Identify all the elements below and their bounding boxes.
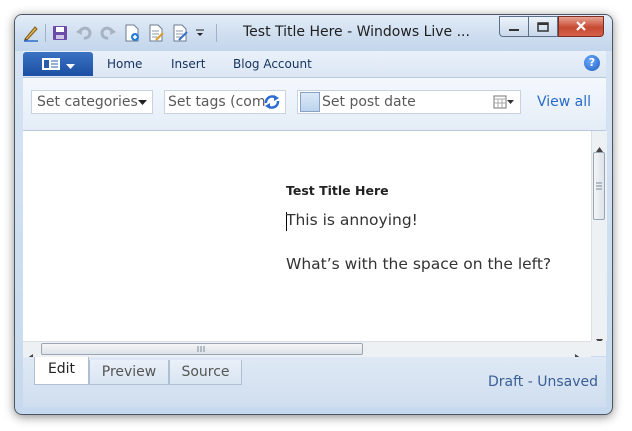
app-menu-button[interactable] xyxy=(23,52,93,76)
open-icon[interactable] xyxy=(146,23,166,43)
editor-area[interactable]: Test Title Here This is annoying! What’s… xyxy=(23,131,591,341)
date-checkbox[interactable] xyxy=(300,92,320,112)
window-title: Test Title Here - Windows Live ... xyxy=(243,24,470,40)
post-title[interactable]: Test Title Here xyxy=(286,183,389,198)
vertical-scrollbar[interactable] xyxy=(591,131,607,344)
post-date-field[interactable]: Set post date xyxy=(297,90,521,114)
app-window: Test Title Here - Windows Live ... Home … xyxy=(14,14,613,415)
tab-source[interactable]: Source xyxy=(169,360,242,385)
pen-icon[interactable] xyxy=(21,23,41,43)
title-bar: Test Title Here - Windows Live ... xyxy=(15,15,612,51)
redo-icon[interactable] xyxy=(98,23,118,43)
tab-insert[interactable]: Insert xyxy=(171,57,205,71)
scrollbar-corner xyxy=(591,341,606,356)
categories-label: Set categories xyxy=(37,94,138,110)
post-paragraph[interactable]: What’s with the space on the left? xyxy=(286,255,551,273)
horizontal-scroll-thumb[interactable] xyxy=(41,343,363,355)
publish-icon[interactable] xyxy=(170,23,190,43)
close-button[interactable] xyxy=(558,16,604,37)
categories-dropdown[interactable]: Set categories xyxy=(31,90,153,114)
maximize-icon xyxy=(537,17,549,36)
draft-status: Draft - Unsaved xyxy=(487,374,598,390)
post-date-placeholder: Set post date xyxy=(322,94,416,110)
tab-preview[interactable]: Preview xyxy=(89,360,169,385)
horizontal-scrollbar[interactable] xyxy=(23,341,591,361)
status-bar: Edit Preview Source Draft - Unsaved xyxy=(23,357,606,407)
app-menu-icon xyxy=(41,55,60,74)
post-paragraph[interactable]: This is annoying! xyxy=(286,211,418,229)
window-controls xyxy=(499,16,604,37)
tag-refresh-icon[interactable] xyxy=(263,93,281,113)
tags-input[interactable]: Set tags (com xyxy=(164,90,286,114)
new-post-icon[interactable] xyxy=(122,23,142,43)
tags-placeholder: Set tags (com xyxy=(168,94,266,110)
post-properties-bar: Set categories Set tags (com Set post da… xyxy=(23,78,606,131)
qat-separator xyxy=(216,24,217,42)
minimize-button[interactable] xyxy=(499,16,528,37)
dropdown-icon xyxy=(138,91,147,113)
undo-icon[interactable] xyxy=(74,23,94,43)
vertical-scroll-thumb[interactable] xyxy=(593,152,605,220)
calendar-icon[interactable] xyxy=(493,94,515,113)
tab-blog-account[interactable]: Blog Account xyxy=(233,57,312,71)
view-all-link[interactable]: View all xyxy=(537,94,591,110)
maximize-button[interactable] xyxy=(528,16,558,37)
tab-home[interactable]: Home xyxy=(107,57,142,71)
ribbon-tab-bar: Home Insert Blog Account ? xyxy=(23,51,606,78)
close-icon xyxy=(575,17,587,36)
chevron-down-icon xyxy=(65,55,75,74)
help-icon[interactable]: ? xyxy=(584,55,600,71)
quick-access-toolbar xyxy=(21,22,217,44)
qat-separator xyxy=(45,24,46,42)
save-icon[interactable] xyxy=(50,23,70,43)
minimize-icon xyxy=(508,17,520,36)
qat-dropdown-icon[interactable] xyxy=(194,23,206,43)
tab-edit[interactable]: Edit xyxy=(34,357,89,385)
